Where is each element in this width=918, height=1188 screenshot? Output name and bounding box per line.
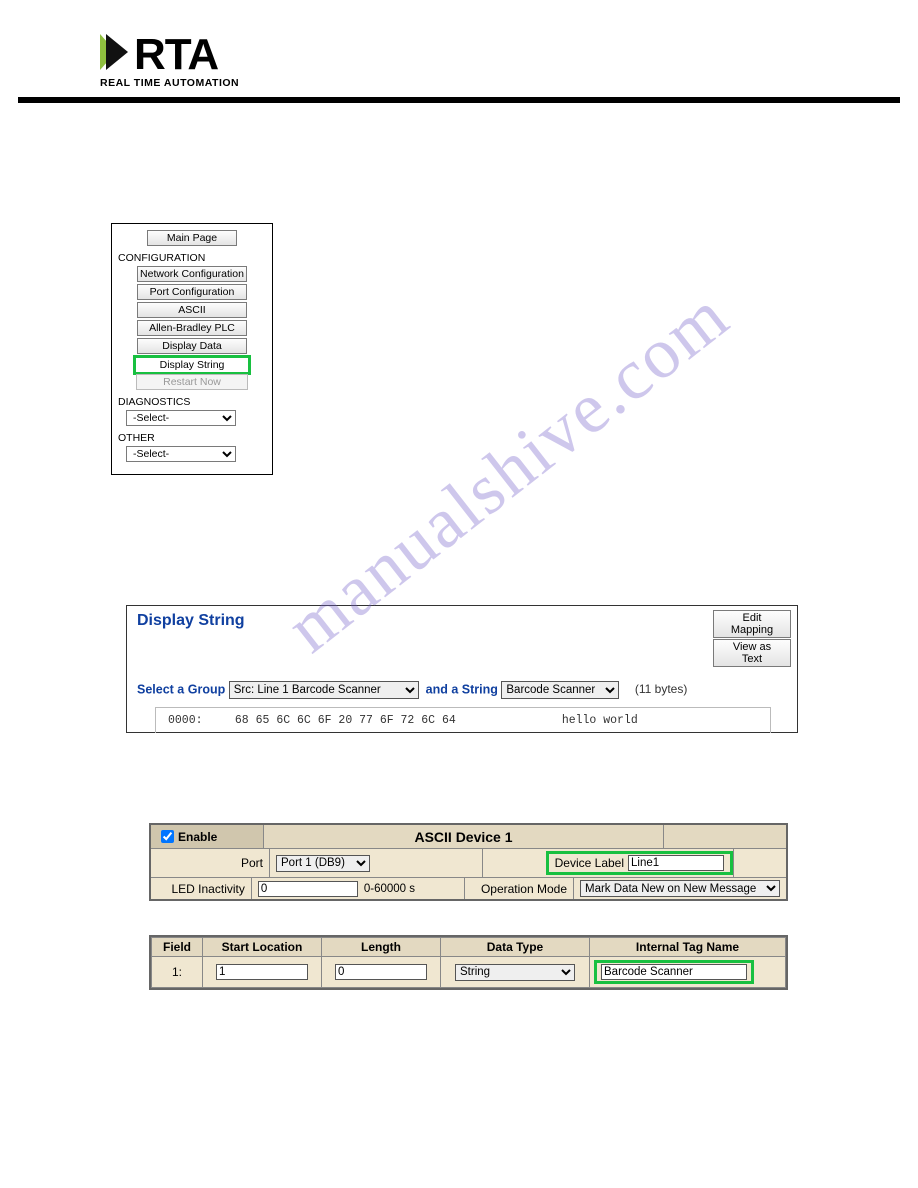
data-type-select[interactable]: String: [455, 964, 575, 981]
view-as-text-button[interactable]: View as Text: [713, 639, 791, 667]
hex-address: 0000:: [168, 714, 228, 727]
ascii-device-title: ASCII Device 1: [264, 825, 664, 848]
hex-dump-row: 0000: 68 65 6C 6C 6F 20 77 6F 72 6C 64 h…: [155, 707, 771, 733]
device-label-input[interactable]: [628, 855, 724, 871]
hex-ascii: hello world: [562, 714, 638, 727]
table-row: 1: String: [152, 957, 786, 988]
tag-name-highlight: [594, 960, 754, 984]
col-length: Length: [322, 938, 441, 957]
restart-now-button[interactable]: Restart Now: [136, 374, 248, 390]
other-select[interactable]: -Select-: [126, 446, 236, 462]
port-select[interactable]: Port 1 (DB9): [276, 855, 370, 872]
network-config-button[interactable]: Network Configuration: [137, 266, 247, 282]
led-range-label: 0-60000 s: [358, 883, 421, 895]
port-label: Port: [151, 849, 270, 877]
page-header: RTA REAL TIME AUTOMATION: [0, 0, 918, 89]
diagnostics-select[interactable]: -Select-: [126, 410, 236, 426]
col-start: Start Location: [203, 938, 322, 957]
section-other-label: OTHER: [118, 432, 266, 444]
enable-checkbox[interactable]: [161, 830, 174, 843]
select-group-label: Select a Group: [137, 682, 225, 696]
length-input[interactable]: [335, 964, 427, 980]
group-select[interactable]: Src: Line 1 Barcode Scanner: [229, 681, 419, 699]
col-field: Field: [152, 938, 203, 957]
led-inactivity-label: LED Inactivity: [151, 878, 252, 899]
display-string-title: Display String: [137, 612, 245, 630]
col-tag: Internal Tag Name: [590, 938, 786, 957]
main-page-button[interactable]: Main Page: [147, 230, 237, 246]
display-data-button[interactable]: Display Data: [137, 338, 247, 354]
led-inactivity-input[interactable]: [258, 881, 358, 897]
sidebar-panel: Main Page CONFIGURATION Network Configur…: [111, 223, 273, 475]
section-diagnostics-label: DIAGNOSTICS: [118, 396, 266, 408]
rta-logo-icon: [98, 30, 136, 75]
section-configuration-label: CONFIGURATION: [118, 252, 266, 264]
display-string-button[interactable]: Display String: [133, 355, 251, 375]
enable-label: Enable: [178, 830, 217, 844]
hex-bytes: 68 65 6C 6C 6F 20 77 6F 72 6C 64: [235, 714, 555, 727]
string-select[interactable]: Barcode Scanner: [501, 681, 619, 699]
enable-cell: Enable: [151, 825, 264, 848]
operation-mode-select[interactable]: Mark Data New on New Message: [580, 880, 780, 897]
display-string-panel: Display String Edit Mapping View as Text…: [126, 605, 798, 733]
logo: RTA: [98, 30, 918, 75]
ascii-device-table: Enable ASCII Device 1 Port Port 1 (DB9) …: [149, 823, 788, 901]
ascii-button[interactable]: ASCII: [137, 302, 247, 318]
select-group-row: Select a Group Src: Line 1 Barcode Scann…: [137, 681, 791, 699]
field-table: Field Start Location Length Data Type In…: [149, 935, 788, 990]
allen-bradley-button[interactable]: Allen-Bradley PLC: [137, 320, 247, 336]
device-label-text: Device Label: [555, 856, 624, 870]
start-location-input[interactable]: [216, 964, 308, 980]
edit-mapping-button[interactable]: Edit Mapping: [713, 610, 791, 638]
and-string-label: and a String: [426, 682, 498, 696]
device-label-highlight: Device Label: [546, 851, 733, 875]
field-num: 1:: [152, 957, 203, 988]
header-spacer: [664, 825, 786, 848]
col-dtype: Data Type: [441, 938, 590, 957]
operation-mode-label: Operation Mode: [465, 878, 574, 899]
logo-sub-text: REAL TIME AUTOMATION: [100, 77, 918, 89]
logo-main-text: RTA: [134, 35, 218, 75]
port-config-button[interactable]: Port Configuration: [137, 284, 247, 300]
header-divider: [18, 97, 900, 103]
bytes-label: (11 bytes): [635, 682, 687, 696]
tag-name-input[interactable]: [601, 964, 747, 980]
